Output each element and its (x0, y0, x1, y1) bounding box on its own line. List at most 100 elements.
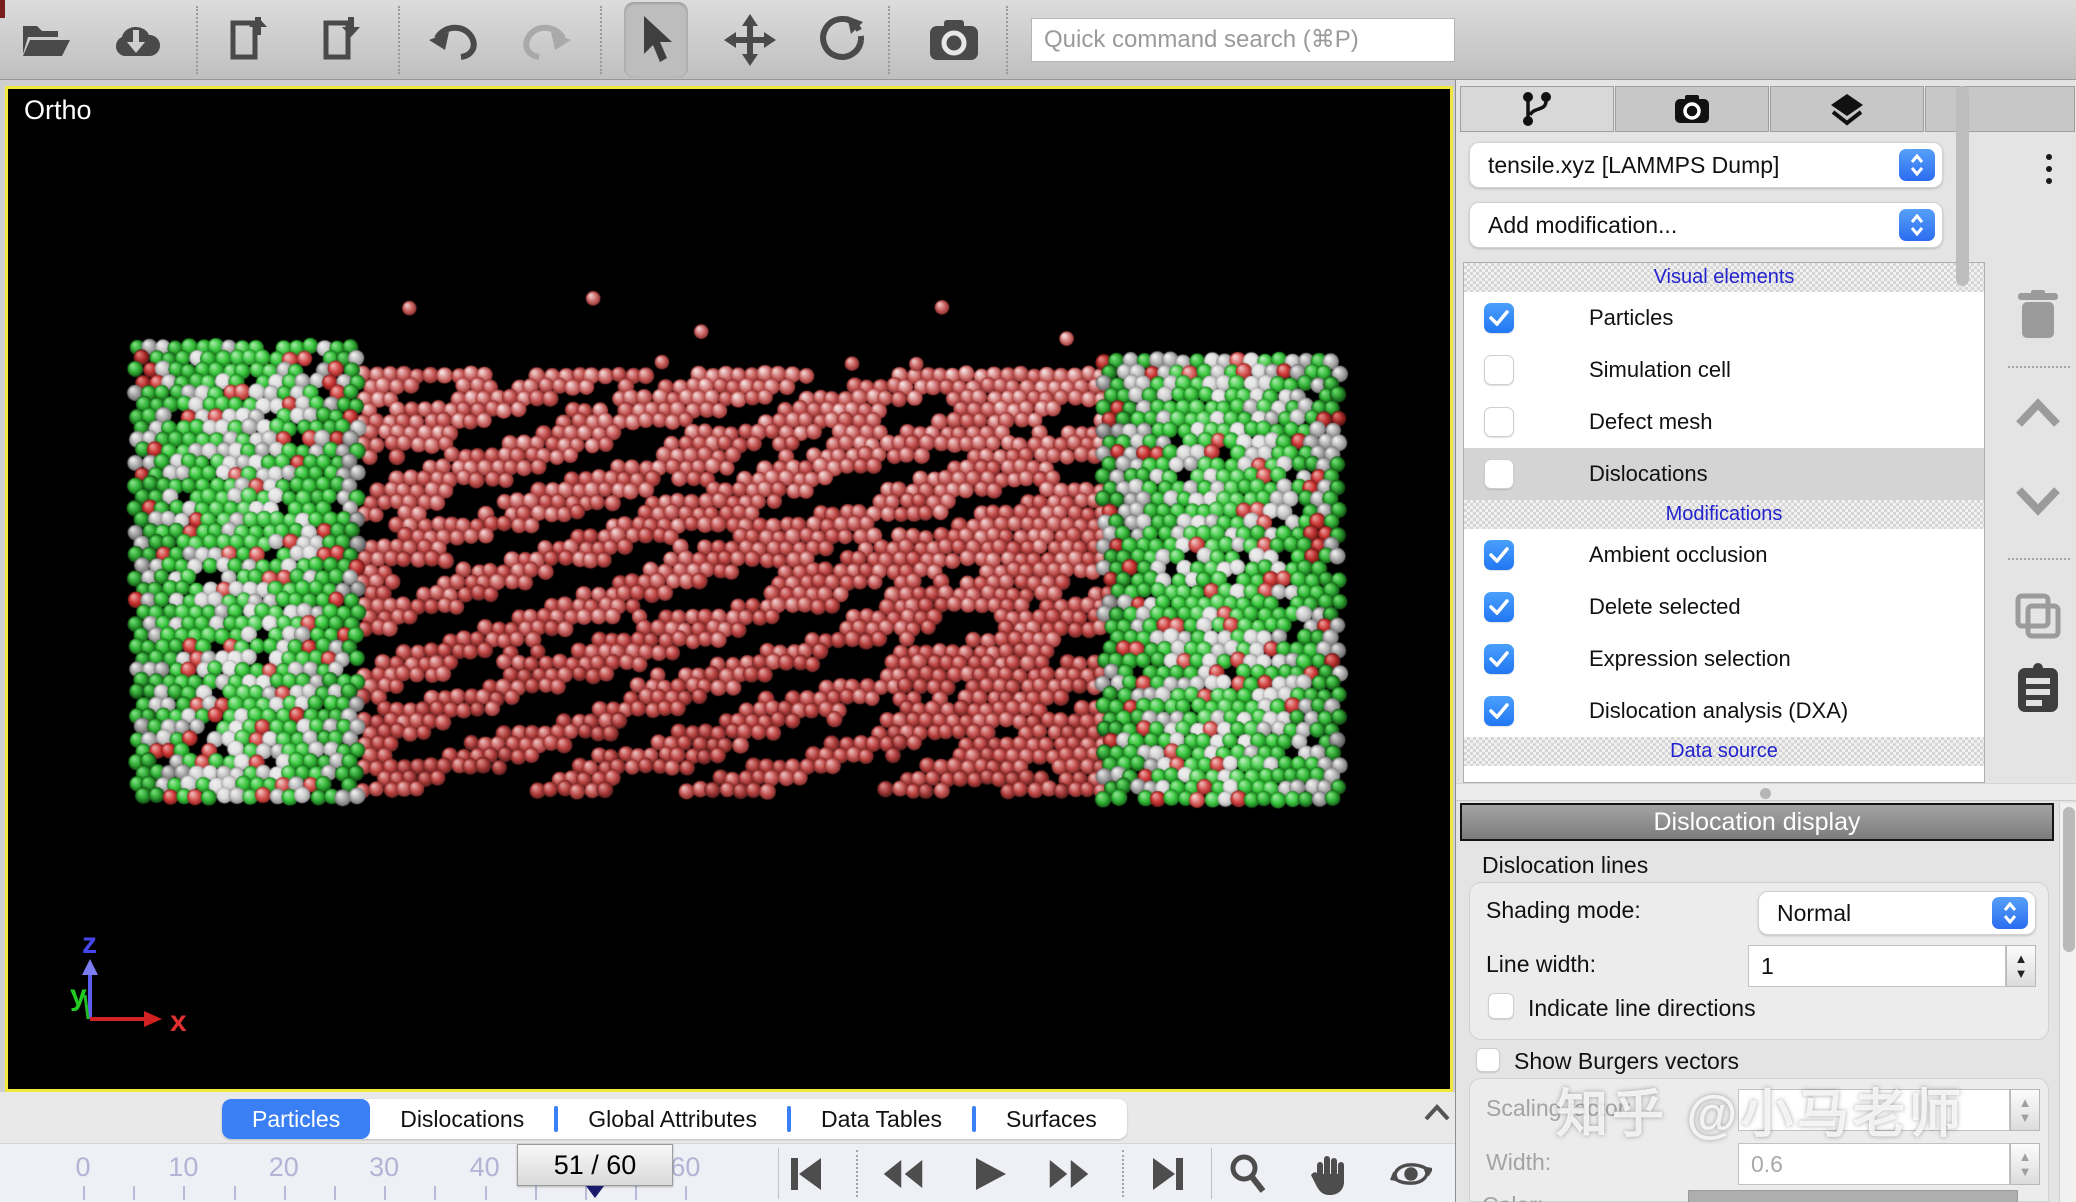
dislocation-lines-label: Dislocation lines (1482, 852, 1648, 879)
shading-mode-dropdown[interactable]: Normal (1758, 891, 2036, 935)
popup-arrows-icon (1899, 209, 1935, 241)
pipeline-menu-button[interactable] (2039, 146, 2059, 192)
inspector-tab-global-attributes[interactable]: Global Attributes (558, 1099, 787, 1139)
tab-extra[interactable] (1925, 86, 2075, 132)
collapse-inspector-button[interactable] (1422, 1102, 1452, 1129)
inspector-tab-data-tables[interactable]: Data Tables (791, 1099, 972, 1139)
pipeline-item-defect-mesh[interactable]: Defect mesh (1464, 396, 1984, 448)
current-frame-spinner[interactable]: 51 / 60 (517, 1144, 673, 1186)
scrollbar-thumb (2063, 807, 2075, 952)
pipeline-item-label: Dislocation analysis (DXA) (1589, 698, 1848, 724)
checkbox-unchecked[interactable] (1484, 355, 1514, 385)
open-file-button[interactable] (14, 8, 78, 72)
frame-tick-label: 40 (470, 1152, 500, 1183)
render-image-button[interactable] (922, 8, 986, 72)
open-folder-icon (20, 18, 72, 62)
move-modifier-down-button[interactable] (2006, 486, 2070, 516)
pipeline-item-simulation-cell[interactable]: Simulation cell (1464, 344, 1984, 396)
tab-render[interactable] (1615, 86, 1769, 132)
quick-command-search-input[interactable] (1031, 18, 1455, 62)
move-modifier-up-button[interactable] (2006, 398, 2070, 428)
zoom-mode-button[interactable] (1226, 1154, 1268, 1194)
pipeline-item-label: Particles (1589, 305, 1673, 331)
rotate-mode-button[interactable] (810, 8, 874, 72)
skip-to-end-button[interactable] (1148, 1154, 1190, 1194)
checkbox-checked[interactable] (1484, 540, 1514, 570)
delete-modifier-button[interactable] (2006, 290, 2070, 340)
orbit-mode-button[interactable] (1390, 1154, 1432, 1194)
pipeline-source-label: tensile.xyz [LAMMPS Dump] (1488, 152, 1779, 179)
pipeline-item-ambient-occlusion[interactable]: Ambient occlusion (1464, 529, 1984, 581)
pipeline-section-header: Data source (1464, 737, 1984, 766)
ovito-window: Ortho z y x (0, 0, 2076, 1202)
toolbar-separator (600, 6, 602, 74)
pipeline-list-scrollbar[interactable] (1956, 86, 1969, 286)
side-toolbar-separator (2008, 366, 2070, 368)
move-mode-button[interactable] (718, 8, 782, 72)
rewind-icon (882, 1156, 924, 1192)
rotate-icon (817, 14, 867, 66)
viewport[interactable]: Ortho z y x (5, 86, 1453, 1092)
pipeline-item-dislocation-analysis-dxa-[interactable]: Dislocation analysis (DXA) (1464, 685, 1984, 737)
checkbox-checked[interactable] (1484, 592, 1514, 622)
chevron-up-icon (2015, 398, 2061, 428)
undo-button[interactable] (422, 8, 486, 72)
panel-splitter[interactable] (1456, 783, 2076, 801)
line-width-input[interactable]: 1 (1748, 945, 2006, 987)
frame-tick (183, 1186, 185, 1200)
camera-icon (928, 18, 980, 62)
pipeline-item-delete-selected[interactable]: Delete selected (1464, 581, 1984, 633)
skip-to-start-button[interactable] (784, 1154, 826, 1194)
inspector-tab-particles[interactable]: Particles (222, 1099, 370, 1139)
pipeline-item-particles[interactable]: Particles (1464, 292, 1984, 344)
frame-tick (434, 1186, 436, 1200)
width-input[interactable]: 0.6 (1738, 1143, 2010, 1185)
burgers-color-swatch[interactable] (1688, 1190, 2018, 1202)
axis-y-label: y (70, 979, 87, 1012)
remote-import-button[interactable] (104, 8, 168, 72)
checkbox-checked[interactable] (1484, 303, 1514, 333)
tab-pipeline[interactable] (1460, 86, 1614, 132)
checkbox-unchecked[interactable] (1484, 459, 1514, 489)
checkbox-unchecked[interactable] (1484, 407, 1514, 437)
checkbox-checked[interactable] (1484, 696, 1514, 726)
width-stepper[interactable]: ▲▼ (2010, 1143, 2040, 1185)
copy-pipeline-button[interactable] (2006, 592, 2070, 640)
line-width-label: Line width: (1486, 951, 1596, 978)
timeline[interactable]: 01020304060 51 / 60 (0, 1143, 1455, 1202)
pipeline-item-expression-selection[interactable]: Expression selection (1464, 633, 1984, 685)
import-file-button[interactable] (310, 8, 374, 72)
frame-tick (384, 1186, 386, 1200)
inspector-tab-dislocations[interactable]: Dislocations (370, 1099, 554, 1139)
show-burgers-vectors-checkbox[interactable] (1476, 1048, 1500, 1072)
inspector-tab-surfaces[interactable]: Surfaces (976, 1099, 1127, 1139)
window-corner-artifact (0, 0, 5, 18)
fast-forward-button[interactable] (1048, 1154, 1090, 1194)
select-mode-button[interactable] (624, 2, 688, 78)
rewind-button[interactable] (882, 1154, 924, 1194)
show-burgers-vectors-label: Show Burgers vectors (1514, 1048, 1739, 1075)
rollout-header[interactable]: Dislocation display (1460, 803, 2054, 841)
play-button[interactable] (970, 1154, 1012, 1194)
frame-tick (83, 1186, 85, 1200)
data-inspector-tabbar: ParticlesDislocationsGlobal AttributesDa… (222, 1099, 1127, 1139)
clipboard-button[interactable] (2006, 662, 2070, 714)
line-width-stepper[interactable]: ▲▼ (2006, 945, 2036, 987)
bottom-strip: ParticlesDislocationsGlobal AttributesDa… (0, 1092, 1455, 1202)
pipeline-item-label: Ambient occlusion (1589, 542, 1768, 568)
checkbox-checked[interactable] (1484, 644, 1514, 674)
indicate-line-directions-checkbox[interactable] (1488, 993, 1514, 1019)
popup-arrows-icon (1899, 149, 1935, 181)
toolbar-separator (888, 6, 890, 74)
frame-marker[interactable] (586, 1186, 604, 1198)
pan-mode-button[interactable] (1308, 1154, 1350, 1194)
viewport-projection-label[interactable]: Ortho (24, 95, 92, 126)
axis-x-label: x (170, 1005, 187, 1038)
redo-button[interactable] (514, 8, 578, 72)
file-import-icon (318, 15, 366, 65)
export-file-button[interactable] (217, 8, 281, 72)
add-modification-dropdown[interactable]: Add modification... (1469, 202, 1943, 248)
tab-overlays[interactable] (1770, 86, 1924, 132)
pipeline-item-dislocations[interactable]: Dislocations (1464, 448, 1984, 500)
pipeline-source-selector[interactable]: tensile.xyz [LAMMPS Dump] (1469, 142, 1943, 188)
